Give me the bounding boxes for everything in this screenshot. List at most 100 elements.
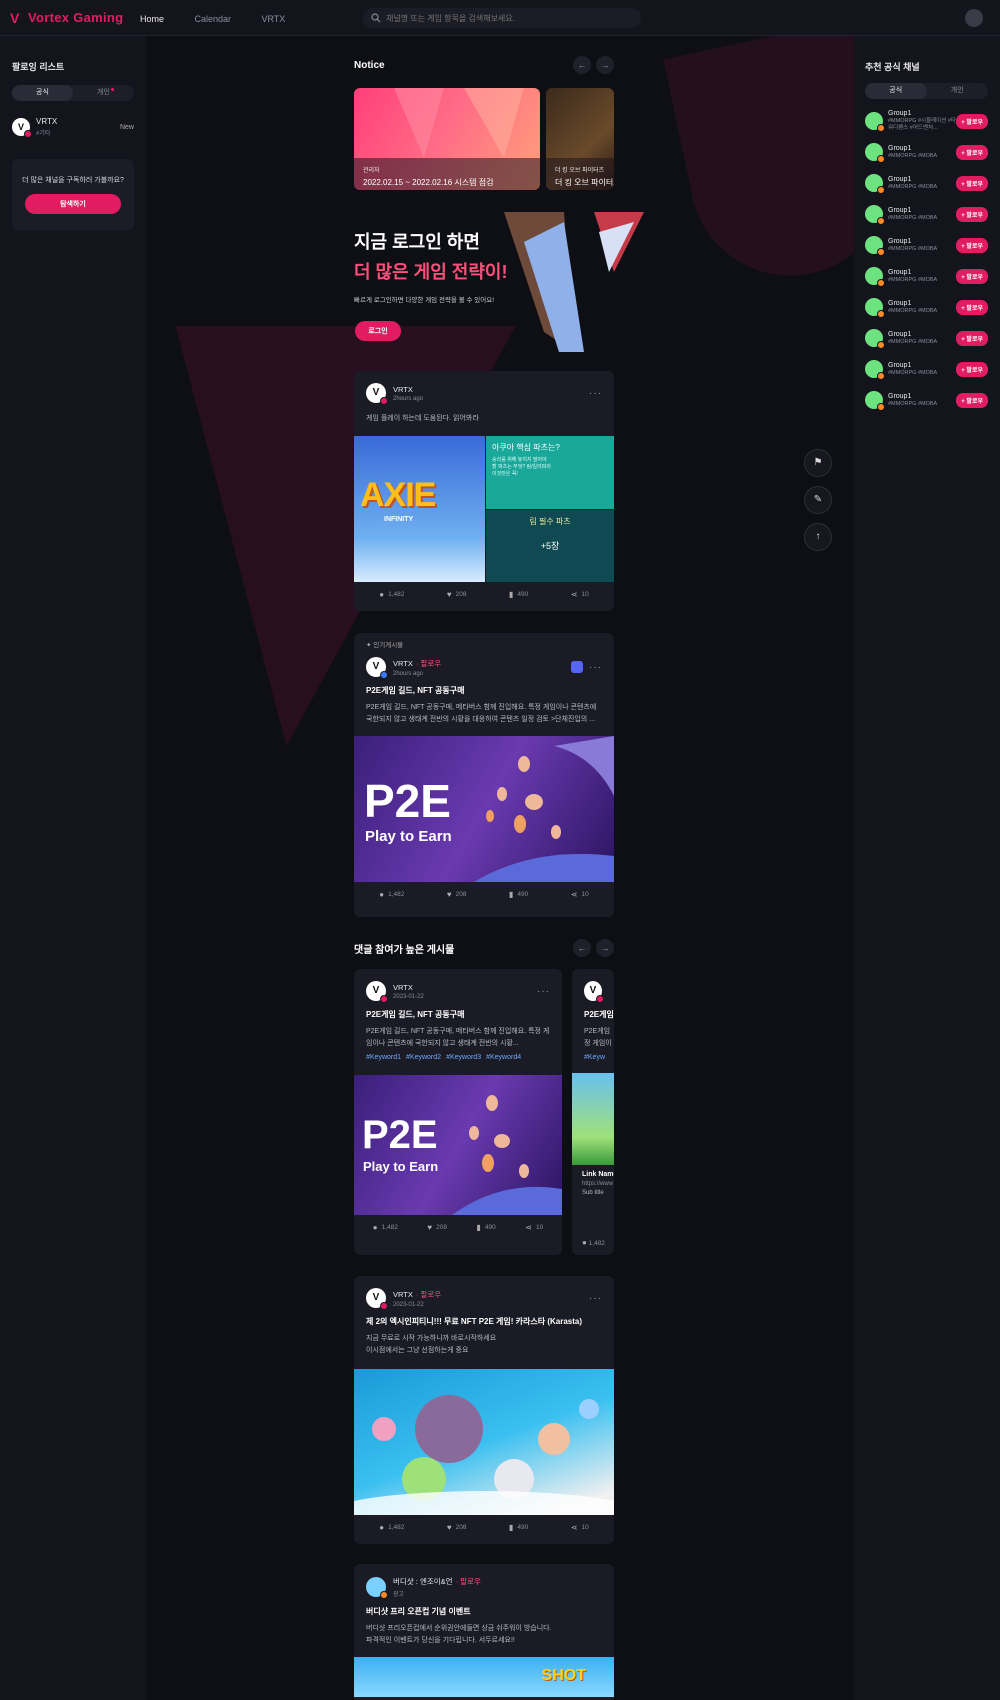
post-body: 게임 플레이 하는데 도움된다. 읽어봐라 — [366, 415, 479, 422]
arrow-right-icon[interactable]: → — [596, 56, 614, 74]
tag-link[interactable]: #Keyw — [572, 1050, 614, 1061]
post-image-grid[interactable]: AXIE INFINITY 아쿠아 핵심 파츠는? 승리를 위해 놓치지 말아야… — [354, 436, 614, 582]
save-button[interactable]: ▮ 490 — [509, 590, 528, 599]
comments-button[interactable]: ● 1,482 — [582, 1238, 605, 1247]
recommended-channel-item[interactable]: Group1 #MMORPG #MOBA + 팔로우 — [865, 174, 988, 194]
share-button[interactable]: ⋖ 10 — [525, 1223, 543, 1232]
tab-official[interactable]: 공식 — [865, 83, 927, 99]
channel-name: Group1 — [888, 392, 912, 400]
follow-button[interactable]: + 팔로우 — [956, 237, 988, 253]
user-avatar-icon[interactable] — [965, 9, 983, 27]
recommended-channel-item[interactable]: Group1 #MMORPG #MOBA + 팔로우 — [865, 143, 988, 163]
follow-button[interactable]: + 팔로우 — [956, 268, 988, 284]
post-card[interactable]: V VRTX 2hours ago ··· 게임 플레이 하는데 도움된다. 읽… — [354, 371, 614, 611]
comments-count: 1,482 — [381, 1223, 398, 1231]
login-button[interactable]: 로그인 — [355, 321, 401, 341]
link-preview[interactable]: Link Name https://www Sub title — [572, 1165, 614, 1196]
follow-button[interactable]: + 팔로우 — [956, 175, 988, 191]
save-button[interactable]: ▮ 490 — [509, 1523, 528, 1532]
arrow-left-icon[interactable]: ← — [573, 56, 591, 74]
channel-avatar — [865, 329, 885, 349]
comments-button[interactable]: ● 1,482 — [379, 1523, 404, 1532]
tab-official[interactable]: 공식 — [12, 85, 73, 101]
verified-badge-icon — [877, 279, 885, 287]
save-button[interactable]: ▮ 490 — [509, 890, 528, 899]
follow-link[interactable]: · 팔로우 — [456, 1577, 481, 1586]
nav-home[interactable]: Home — [140, 14, 164, 24]
post-actions: ● 1,482 ♥ 208 ▮ 490 ⋖ 10 — [354, 1515, 614, 1539]
tag-link[interactable]: #Keyword2 — [406, 1054, 441, 1061]
verified-badge-icon — [380, 397, 388, 405]
following-item[interactable]: V VRTX #기타 New — [12, 117, 134, 138]
arrow-left-icon[interactable]: ← — [573, 939, 591, 957]
recommended-channel-item[interactable]: Group1 #MMORPG #MOBA + 팔로우 — [865, 329, 988, 349]
image-title: SHOT — [541, 1667, 586, 1684]
more-options-icon[interactable]: ··· — [589, 388, 602, 399]
flag-button[interactable]: ⚑ — [804, 449, 832, 477]
recommended-channel-item[interactable]: Group1 #MMORPG #시뮬레이션 #타워디펜스 #어드벤처... + 팔로… — [865, 110, 988, 132]
verified-badge-icon — [877, 155, 885, 163]
nav-vrtx[interactable]: VRTX — [261, 14, 285, 24]
like-button[interactable]: ♥ 208 — [427, 1223, 447, 1232]
tag-link[interactable]: #Keyword1 — [366, 1054, 401, 1061]
like-button[interactable]: ♥ 208 — [447, 890, 467, 899]
arrow-right-icon[interactable]: → — [596, 939, 614, 957]
more-options-icon[interactable]: ··· — [589, 662, 602, 673]
recommended-channel-item[interactable]: Group1 #MMORPG #MOBA + 팔로우 — [865, 360, 988, 380]
channel-name: Group1 — [888, 206, 912, 214]
share-button[interactable]: ⋖ 10 — [571, 1523, 589, 1532]
save-button[interactable]: ▮ 490 — [477, 1223, 496, 1232]
post-card-partial[interactable]: V P2E게임 P2E게임 정 게임이 #Keyw Link Name http… — [572, 969, 614, 1255]
share-button[interactable]: ⋖ 10 — [571, 590, 589, 599]
app-name: Vortex Gaming — [28, 10, 124, 25]
following-list-title: 팔로잉 리스트 — [12, 62, 65, 72]
comments-button[interactable]: ● 1,482 — [379, 890, 404, 899]
follow-button[interactable]: + 팔로우 — [956, 113, 988, 129]
follow-link[interactable]: · 팔로우 — [416, 1290, 441, 1299]
follow-link[interactable]: · 팔로우 — [416, 659, 441, 668]
verified-badge-icon — [380, 1591, 388, 1599]
more-options-icon[interactable]: ··· — [589, 1293, 602, 1304]
follow-button[interactable]: + 팔로우 — [956, 144, 988, 160]
share-button[interactable]: ⋖ 10 — [571, 890, 589, 899]
tag-link[interactable]: #Keyword4 — [486, 1054, 521, 1061]
verified-badge-icon — [877, 310, 885, 318]
follow-button[interactable]: + 팔로우 — [956, 299, 988, 315]
follow-button[interactable]: + 팔로우 — [956, 392, 988, 408]
scroll-top-button[interactable]: ↑ — [804, 523, 832, 551]
discord-icon[interactable] — [571, 661, 583, 673]
image-subtitle: Play to Earn — [365, 828, 452, 845]
recommended-channel-item[interactable]: Group1 #MMORPG #MOBA + 팔로우 — [865, 236, 988, 256]
post-body: P2E게임 길드, NFT 공동구매, 메타버스 함께 진입해요. 특정 게임이… — [366, 1028, 550, 1047]
post-card[interactable]: ✦ 인기게시물 V VRTX · 팔로우 2hours ago ··· P2E게임… — [354, 633, 614, 917]
follow-button[interactable]: + 팔로우 — [956, 206, 988, 222]
post-card[interactable]: V VRTX · 팔로우 2023-01-22 ··· 제 2의 엑시인피티니!!… — [354, 1276, 614, 1544]
recommended-channel-item[interactable]: Group1 #MMORPG #MOBA + 팔로우 — [865, 391, 988, 411]
notice-card[interactable]: 더 킹 오브 파이터즈 더 킹 오브 파이터즈 — [546, 88, 614, 190]
follow-button[interactable]: + 팔로우 — [956, 330, 988, 346]
post-card-ad[interactable]: 버디샷 : 엔조이&언 · 팔로우 광고 버디샷 프리 오픈컵 기념 이벤트 버디… — [354, 1564, 614, 1700]
notice-card[interactable]: 관리자 2022.02.15 ~ 2022.02.16 시스템 점검 — [354, 88, 540, 190]
logo[interactable]: V Vortex Gaming — [10, 10, 140, 25]
comments-button[interactable]: ● 1,482 — [373, 1223, 398, 1232]
like-button[interactable]: ♥ 208 — [447, 590, 467, 599]
write-button[interactable]: ✎ — [804, 486, 832, 514]
following-toggle: 공식 개인 — [12, 85, 134, 101]
recommended-channel-item[interactable]: Group1 #MMORPG #MOBA + 팔로우 — [865, 205, 988, 225]
tab-personal[interactable]: 개인 — [927, 83, 989, 99]
recommended-channel-item[interactable]: Group1 #MMORPG #MOBA + 팔로우 — [865, 267, 988, 287]
comments-button[interactable]: ● 1,482 — [379, 590, 404, 599]
tag-link[interactable]: #Keyword3 — [446, 1054, 481, 1061]
author-avatar: V — [366, 657, 388, 679]
post-card[interactable]: V VRTX 2023-01-22 ··· P2E게임 길드, NFT 공동구매… — [354, 969, 562, 1255]
recommended-channel-item[interactable]: Group1 #MMORPG #MOBA + 팔로우 — [865, 298, 988, 318]
like-button[interactable]: ♥ 208 — [447, 1523, 467, 1532]
tab-personal[interactable]: 개인 — [73, 85, 134, 101]
image-title: AXIE — [360, 476, 436, 514]
nav-calendar[interactable]: Calendar — [194, 14, 231, 24]
follow-button[interactable]: + 팔로우 — [956, 361, 988, 377]
verified-badge-icon — [877, 186, 885, 194]
explore-button[interactable]: 탐색하기 — [25, 194, 121, 214]
more-options-icon[interactable]: ··· — [537, 986, 550, 997]
search-input[interactable] — [386, 13, 626, 23]
